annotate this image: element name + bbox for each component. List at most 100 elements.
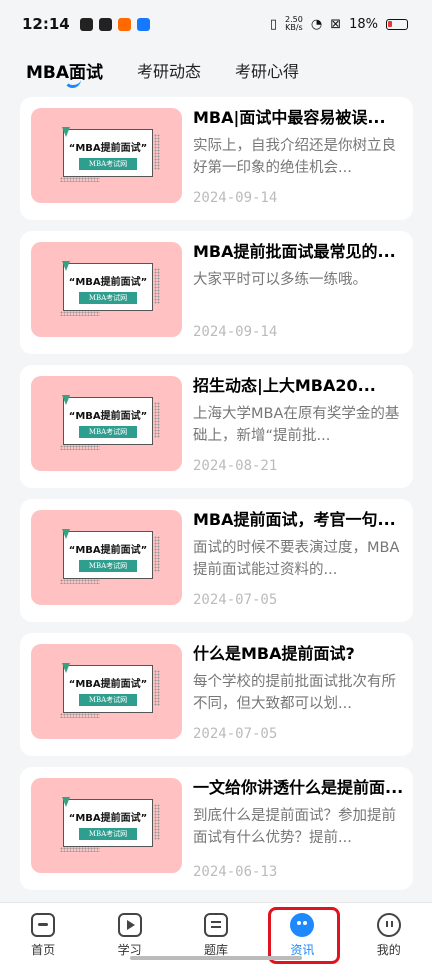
thumbnail-badge: MBA考试网 xyxy=(78,157,138,170)
article-body: 什么是MBA提前面试? 每个学校的提前批面试批次有所不同，但大致都可以划... xyxy=(193,643,403,715)
dot-grid-decoration xyxy=(154,268,160,304)
network-speed: 2.50 KB/s xyxy=(285,16,303,32)
thumbnail-title: “MBA提前面试” xyxy=(68,276,148,288)
article-date: 2024-09-14 xyxy=(193,324,278,340)
thumbnail-title: “MBA提前面试” xyxy=(68,142,148,154)
flag-icon xyxy=(62,797,70,807)
article-body: 一文给你讲透什么是提前面... 到底什么是提前面试？参加提前面试有什么优势？提前… xyxy=(193,777,403,849)
article-body: 招生动态|上大MBA20... 上海大学MBA在原有奖学金的基础上，新增“提前批… xyxy=(193,375,403,447)
thumbnail-badge: MBA考试网 xyxy=(78,827,138,840)
bottom-nav: 首页 学习 题库 资讯 我的 xyxy=(0,902,432,964)
status-right: ▯ 2.50 KB/s ◔ ⊠ 18% xyxy=(270,16,408,32)
article-title: 一文给你讲透什么是提前面... xyxy=(193,778,403,797)
dot-grid-decoration xyxy=(154,134,160,170)
thumbnail-card: “MBA提前面试” MBA考试网 xyxy=(60,261,160,316)
battery-icon xyxy=(386,18,408,30)
vibrate-icon: ▯ xyxy=(269,16,278,32)
article-summary: 实际上，自我介绍还是你树立良好第一印象的绝佳机会... xyxy=(193,138,396,176)
thumbnail-badge: MBA考试网 xyxy=(78,425,138,438)
thumbnail-title: “MBA提前面试” xyxy=(68,410,148,422)
thumbnail-card: “MBA提前面试” MBA考试网 xyxy=(60,663,160,718)
dot-grid-decoration xyxy=(60,177,100,182)
play-icon xyxy=(117,913,142,937)
article-title: 招生动态|上大MBA20... xyxy=(193,376,376,395)
nav-item-study[interactable]: 学习 xyxy=(95,913,165,958)
thumbnail-title: “MBA提前面试” xyxy=(68,812,148,824)
dot-grid-decoration xyxy=(60,847,100,852)
dot-grid-decoration xyxy=(60,311,100,316)
article-body: MBA提前批面试最常见的... 大家平时可以多练一练哦。 xyxy=(193,241,403,313)
article-date: 2024-07-05 xyxy=(193,592,278,608)
nav-label-home: 首页 xyxy=(31,943,56,957)
article-thumbnail: “MBA提前面试” MBA考试网 xyxy=(31,778,182,873)
status-time: 12:14 xyxy=(22,15,70,33)
thumbnail-title: “MBA提前面试” xyxy=(68,678,148,690)
article-thumbnail: “MBA提前面试” MBA考试网 xyxy=(31,510,182,605)
article-summary: 大家平时可以多练一练哦。 xyxy=(193,272,367,288)
thumbnail-card: “MBA提前面试” MBA考试网 xyxy=(60,529,160,584)
article-card[interactable]: “MBA提前面试” MBA考试网 什么是MBA提前面试? 每个学校的提前批面试批… xyxy=(20,633,413,756)
thumbnail-badge: MBA考试网 xyxy=(78,559,138,572)
question-bank-icon xyxy=(203,913,228,937)
thumbnail-card: “MBA提前面试” MBA考试网 xyxy=(60,395,160,450)
link-icon xyxy=(98,17,112,31)
flag-icon xyxy=(62,529,70,539)
article-thumbnail: “MBA提前面试” MBA考试网 xyxy=(31,376,182,471)
article-date: 2024-06-13 xyxy=(193,864,278,880)
tab-mba-interview[interactable]: MBA面试 xyxy=(26,58,103,88)
article-summary: 面试的时候不要表演过度，MBA提前面试能过资料的... xyxy=(193,540,400,578)
nav-label-profile: 我的 xyxy=(376,943,401,957)
speed-unit: KB/s xyxy=(285,23,303,32)
article-summary: 上海大学MBA在原有奖学金的基础上，新增“提前批... xyxy=(193,406,400,444)
category-tabs: MBA面试 考研动态 考研心得 xyxy=(0,48,432,92)
nav-item-question-bank[interactable]: 题库 xyxy=(181,913,251,958)
status-bar: 12:14 ▯ 2.50 KB/s ◔ ⊠ 18% xyxy=(0,0,432,48)
nav-item-news[interactable]: 资讯 xyxy=(267,913,337,958)
article-card[interactable]: “MBA提前面试” MBA考试网 招生动态|上大MBA20... 上海大学MBA… xyxy=(20,365,413,488)
sim-icon: ⊠ xyxy=(330,16,342,32)
article-thumbnail: “MBA提前面试” MBA考试网 xyxy=(31,108,182,203)
dot-grid-decoration xyxy=(154,402,160,438)
dot-grid-decoration xyxy=(60,445,100,450)
article-title: 什么是MBA提前面试? xyxy=(193,644,355,663)
article-body: MBA提前面试，考官一句... 面试的时候不要表演过度，MBA提前面试能过资料的… xyxy=(193,509,403,581)
thumbnail-card: “MBA提前面试” MBA考试网 xyxy=(60,127,160,182)
wifi-icon: ◔ xyxy=(310,16,323,32)
tab-exam-news[interactable]: 考研动态 xyxy=(137,58,201,82)
article-title: MBA|面试中最容易被误... xyxy=(193,108,386,127)
flag-icon xyxy=(62,663,70,673)
alipay-icon xyxy=(136,17,150,31)
nav-item-home[interactable]: 首页 xyxy=(8,913,78,958)
article-title: MBA提前批面试最常见的... xyxy=(193,242,396,261)
dot-grid-decoration xyxy=(154,670,160,706)
battery-text: 18% xyxy=(349,16,378,32)
article-card[interactable]: “MBA提前面试” MBA考试网 一文给你讲透什么是提前面... 到底什么是提前… xyxy=(20,767,413,890)
app-notification-icon xyxy=(117,17,131,31)
article-thumbnail: “MBA提前面试” MBA考试网 xyxy=(31,644,182,739)
article-summary: 每个学校的提前批面试批次有所不同，但大致都可以划... xyxy=(193,674,396,712)
article-thumbnail: “MBA提前面试” MBA考试网 xyxy=(31,242,182,337)
flag-icon xyxy=(62,127,70,137)
thumbnail-title: “MBA提前面试” xyxy=(68,544,148,556)
article-card[interactable]: “MBA提前面试” MBA考试网 MBA提前批面试最常见的... 大家平时可以多… xyxy=(20,231,413,354)
news-icon xyxy=(290,913,315,937)
article-title: MBA提前面试，考官一句... xyxy=(193,510,396,529)
dot-grid-decoration xyxy=(60,713,100,718)
article-summary: 到底什么是提前面试？参加提前面试有什么优势？提前... xyxy=(193,808,396,846)
notification-icons xyxy=(79,17,150,31)
profile-icon xyxy=(376,913,401,937)
article-card[interactable]: “MBA提前面试” MBA考试网 MBA提前面试，考官一句... 面试的时候不要… xyxy=(20,499,413,622)
tab-exam-experience[interactable]: 考研心得 xyxy=(235,58,299,82)
flag-icon xyxy=(62,261,70,271)
dot-grid-decoration xyxy=(154,804,160,840)
dot-grid-decoration xyxy=(60,579,100,584)
thumbnail-card: “MBA提前面试” MBA考试网 xyxy=(60,797,160,852)
article-date: 2024-07-05 xyxy=(193,726,278,742)
article-body: MBA|面试中最容易被误... 实际上，自我介绍还是你树立良好第一印象的绝佳机会… xyxy=(193,107,403,179)
article-list: “MBA提前面试” MBA考试网 MBA|面试中最容易被误... 实际上，自我介… xyxy=(20,97,413,901)
home-indicator[interactable] xyxy=(130,956,302,960)
article-card[interactable]: “MBA提前面试” MBA考试网 MBA|面试中最容易被误... 实际上，自我介… xyxy=(20,97,413,220)
flag-icon xyxy=(62,395,70,405)
home-icon xyxy=(31,913,56,937)
nav-item-profile[interactable]: 我的 xyxy=(354,913,424,958)
